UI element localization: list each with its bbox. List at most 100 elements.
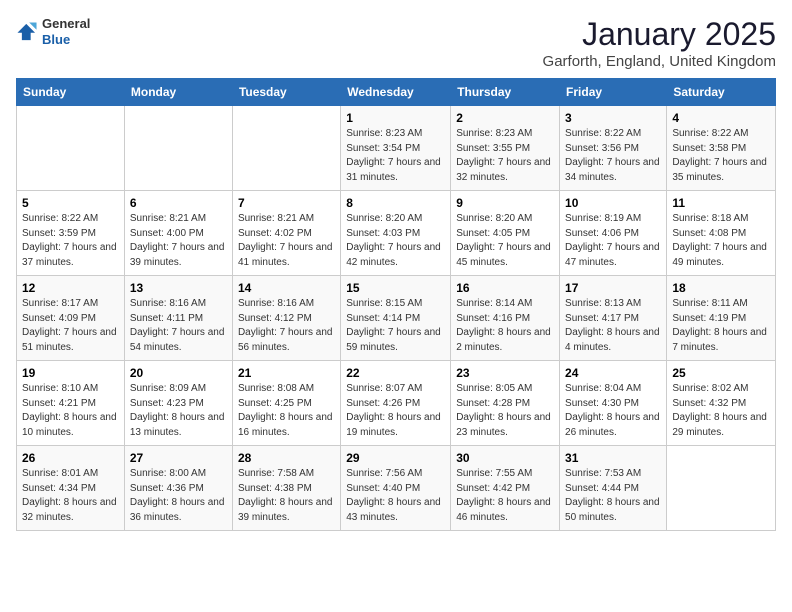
day-info: Sunrise: 8:15 AMSunset: 4:14 PMDaylight:… (346, 297, 445, 355)
day-info: Sunrise: 8:02 AMSunset: 4:32 PMDaylight:… (672, 382, 770, 440)
day-info: Sunrise: 8:20 AMSunset: 4:03 PMDaylight:… (346, 212, 445, 270)
weekday-header-wednesday: Wednesday (341, 79, 451, 106)
day-number: 30 (456, 451, 554, 465)
day-info: Sunrise: 8:23 AMSunset: 3:54 PMDaylight:… (346, 127, 445, 185)
day-number: 12 (22, 281, 119, 295)
calendar-cell: 24Sunrise: 8:04 AMSunset: 4:30 PMDayligh… (560, 361, 667, 446)
calendar-cell (124, 106, 232, 191)
weekday-header-monday: Monday (124, 79, 232, 106)
day-number: 5 (22, 196, 119, 210)
calendar-table: SundayMondayTuesdayWednesdayThursdayFrid… (16, 78, 776, 531)
day-info: Sunrise: 8:00 AMSunset: 4:36 PMDaylight:… (130, 467, 227, 525)
day-number: 11 (672, 196, 770, 210)
day-info: Sunrise: 8:22 AMSunset: 3:59 PMDaylight:… (22, 212, 119, 270)
day-number: 8 (346, 196, 445, 210)
day-info: Sunrise: 8:17 AMSunset: 4:09 PMDaylight:… (22, 297, 119, 355)
day-info: Sunrise: 8:21 AMSunset: 4:00 PMDaylight:… (130, 212, 227, 270)
day-info: Sunrise: 8:09 AMSunset: 4:23 PMDaylight:… (130, 382, 227, 440)
day-number: 27 (130, 451, 227, 465)
day-info: Sunrise: 8:23 AMSunset: 3:55 PMDaylight:… (456, 127, 554, 185)
day-info: Sunrise: 8:22 AMSunset: 3:58 PMDaylight:… (672, 127, 770, 185)
calendar-week-4: 19 Sunrise: 8:10 AMSunset: 4:21 PMDayligh… (17, 361, 776, 446)
logo-text: General Blue (42, 16, 90, 47)
calendar-cell: 7 Sunrise: 8:21 AMSunset: 4:02 PMDaylight… (232, 191, 340, 276)
day-number: 15 (346, 281, 445, 295)
day-number: 13 (130, 281, 227, 295)
day-number: 26 (22, 451, 119, 465)
day-number: 20 (130, 366, 227, 380)
calendar-cell: 19 Sunrise: 8:10 AMSunset: 4:21 PMDayligh… (17, 361, 125, 446)
calendar-cell: 27 Sunrise: 8:00 AMSunset: 4:36 PMDayligh… (124, 446, 232, 531)
calendar-cell: 25 Sunrise: 8:02 AMSunset: 4:32 PMDayligh… (667, 361, 776, 446)
day-number: 1 (346, 111, 445, 125)
day-info: Sunrise: 7:55 AMSunset: 4:42 PMDaylight:… (456, 467, 554, 525)
day-number: 29 (346, 451, 445, 465)
calendar-cell: 26Sunrise: 8:01 AMSunset: 4:34 PMDayligh… (17, 446, 125, 531)
day-number: 25 (672, 366, 770, 380)
calendar-cell (17, 106, 125, 191)
day-info: Sunrise: 8:21 AMSunset: 4:02 PMDaylight:… (238, 212, 335, 270)
day-info: Sunrise: 8:14 AMSunset: 4:16 PMDaylight:… (456, 297, 554, 355)
location: Garforth, England, United Kingdom (543, 53, 776, 70)
day-number: 23 (456, 366, 554, 380)
calendar-cell: 21Sunrise: 8:08 AMSunset: 4:25 PMDayligh… (232, 361, 340, 446)
title-block: January 2025 Garforth, England, United K… (543, 16, 776, 70)
day-number: 16 (456, 281, 554, 295)
day-number: 6 (130, 196, 227, 210)
calendar-cell: 6 Sunrise: 8:21 AMSunset: 4:00 PMDaylight… (124, 191, 232, 276)
day-number: 4 (672, 111, 770, 125)
weekday-header-tuesday: Tuesday (232, 79, 340, 106)
calendar-week-3: 12 Sunrise: 8:17 AMSunset: 4:09 PMDayligh… (17, 276, 776, 361)
calendar-cell (232, 106, 340, 191)
calendar-cell: 29Sunrise: 7:56 AMSunset: 4:40 PMDayligh… (341, 446, 451, 531)
calendar-cell: 4 Sunrise: 8:22 AMSunset: 3:58 PMDaylight… (667, 106, 776, 191)
day-info: Sunrise: 8:22 AMSunset: 3:56 PMDaylight:… (565, 127, 661, 185)
calendar-cell: 2 Sunrise: 8:23 AMSunset: 3:55 PMDaylight… (451, 106, 560, 191)
calendar-cell: 31 Sunrise: 7:53 AMSunset: 4:44 PMDayligh… (560, 446, 667, 531)
month-title: January 2025 (543, 16, 776, 53)
day-info: Sunrise: 8:18 AMSunset: 4:08 PMDaylight:… (672, 212, 770, 270)
calendar-cell: 5 Sunrise: 8:22 AMSunset: 3:59 PMDaylight… (17, 191, 125, 276)
day-info: Sunrise: 8:11 AMSunset: 4:19 PMDaylight:… (672, 297, 770, 355)
weekday-header-thursday: Thursday (451, 79, 560, 106)
calendar-cell: 1 Sunrise: 8:23 AMSunset: 3:54 PMDaylight… (341, 106, 451, 191)
page-header: General Blue January 2025 Garforth, Engl… (16, 16, 776, 70)
logo-icon (16, 21, 38, 43)
calendar-week-5: 26Sunrise: 8:01 AMSunset: 4:34 PMDayligh… (17, 446, 776, 531)
day-number: 19 (22, 366, 119, 380)
calendar-cell: 8 Sunrise: 8:20 AMSunset: 4:03 PMDaylight… (341, 191, 451, 276)
day-number: 21 (238, 366, 335, 380)
day-number: 7 (238, 196, 335, 210)
day-number: 24 (565, 366, 661, 380)
day-number: 2 (456, 111, 554, 125)
weekday-header-saturday: Saturday (667, 79, 776, 106)
calendar-cell: 18 Sunrise: 8:11 AMSunset: 4:19 PMDayligh… (667, 276, 776, 361)
day-info: Sunrise: 8:10 AMSunset: 4:21 PMDaylight:… (22, 382, 119, 440)
day-number: 18 (672, 281, 770, 295)
calendar-cell: 3Sunrise: 8:22 AMSunset: 3:56 PMDaylight… (560, 106, 667, 191)
day-info: Sunrise: 8:16 AMSunset: 4:11 PMDaylight:… (130, 297, 227, 355)
weekday-header-friday: Friday (560, 79, 667, 106)
day-info: Sunrise: 8:20 AMSunset: 4:05 PMDaylight:… (456, 212, 554, 270)
calendar-week-1: 1 Sunrise: 8:23 AMSunset: 3:54 PMDaylight… (17, 106, 776, 191)
day-info: Sunrise: 8:16 AMSunset: 4:12 PMDaylight:… (238, 297, 335, 355)
calendar-cell: 30 Sunrise: 7:55 AMSunset: 4:42 PMDayligh… (451, 446, 560, 531)
weekday-header-sunday: Sunday (17, 79, 125, 106)
day-info: Sunrise: 8:19 AMSunset: 4:06 PMDaylight:… (565, 212, 661, 270)
day-number: 17 (565, 281, 661, 295)
day-info: Sunrise: 7:53 AMSunset: 4:44 PMDaylight:… (565, 467, 661, 525)
day-info: Sunrise: 7:58 AMSunset: 4:38 PMDaylight:… (238, 467, 335, 525)
day-info: Sunrise: 8:13 AMSunset: 4:17 PMDaylight:… (565, 297, 661, 355)
calendar-cell: 12 Sunrise: 8:17 AMSunset: 4:09 PMDayligh… (17, 276, 125, 361)
calendar-cell: 17 Sunrise: 8:13 AMSunset: 4:17 PMDayligh… (560, 276, 667, 361)
calendar-cell: 9 Sunrise: 8:20 AMSunset: 4:05 PMDaylight… (451, 191, 560, 276)
day-number: 28 (238, 451, 335, 465)
calendar-cell: 28 Sunrise: 7:58 AMSunset: 4:38 PMDayligh… (232, 446, 340, 531)
calendar-cell: 10 Sunrise: 8:19 AMSunset: 4:06 PMDayligh… (560, 191, 667, 276)
day-number: 31 (565, 451, 661, 465)
day-info: Sunrise: 8:05 AMSunset: 4:28 PMDaylight:… (456, 382, 554, 440)
calendar-cell (667, 446, 776, 531)
day-number: 10 (565, 196, 661, 210)
calendar-cell: 13 Sunrise: 8:16 AMSunset: 4:11 PMDayligh… (124, 276, 232, 361)
day-number: 9 (456, 196, 554, 210)
